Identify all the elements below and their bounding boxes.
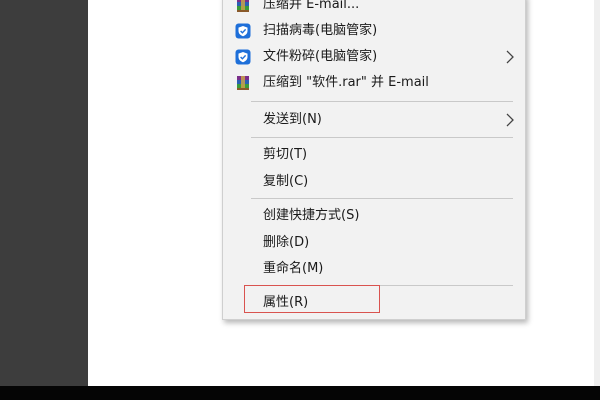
menu-item-create-shortcut[interactable]: 创建快捷方式(S) [223,203,525,229]
menu-item-label: 发送到(N) [263,112,322,127]
chevron-right-icon [506,50,514,64]
winrar-icon [237,0,249,12]
menu-item-compress-email[interactable]: 压缩并 E-mail... [223,0,525,18]
menu-item-label: 重命名(M) [263,261,324,276]
chevron-right-icon [506,113,514,127]
menu-item-label: 剪切(T) [263,147,308,162]
menu-item-label: 扫描病毒(电脑管家) [263,23,378,38]
menu-item-rename[interactable]: 重命名(M) [223,256,525,282]
menu-item-scan-virus[interactable]: 扫描病毒(电脑管家) [223,18,525,44]
menu-item-label: 创建快捷方式(S) [263,208,360,223]
menu-separator [251,198,513,199]
menu-separator [251,137,513,138]
menu-separator [251,101,513,102]
properties-highlight-box [244,285,380,313]
menu-item-file-shredder[interactable]: 文件粉碎(电脑管家) [223,44,525,70]
menu-item-copy[interactable]: 复制(C) [223,169,525,195]
menu-item-label: 删除(D) [263,235,310,250]
shield-icon [235,23,251,39]
taskbar-strip [0,386,600,400]
winrar-icon [237,76,249,90]
menu-item-label: 复制(C) [263,174,309,189]
menu-item-send-to[interactable]: 发送到(N) [223,107,525,133]
menu-item-delete[interactable]: 删除(D) [223,230,525,256]
menu-item-label: 文件粉碎(电脑管家) [263,49,378,64]
shield-icon [235,49,251,65]
menu-item-compress-rar-email[interactable]: 压缩到 "软件.rar" 并 E-mail [223,70,525,96]
menu-item-label: 压缩并 E-mail... [263,0,360,12]
context-menu: 压缩并 E-mail... 扫描病毒(电脑管家) 文件粉碎(电脑管家) 压缩到 … [222,0,526,320]
menu-item-label: 压缩到 "软件.rar" 并 E-mail [263,75,429,90]
desktop-edge [594,0,600,388]
background-window-panel [0,0,88,388]
menu-item-cut[interactable]: 剪切(T) [223,142,525,168]
